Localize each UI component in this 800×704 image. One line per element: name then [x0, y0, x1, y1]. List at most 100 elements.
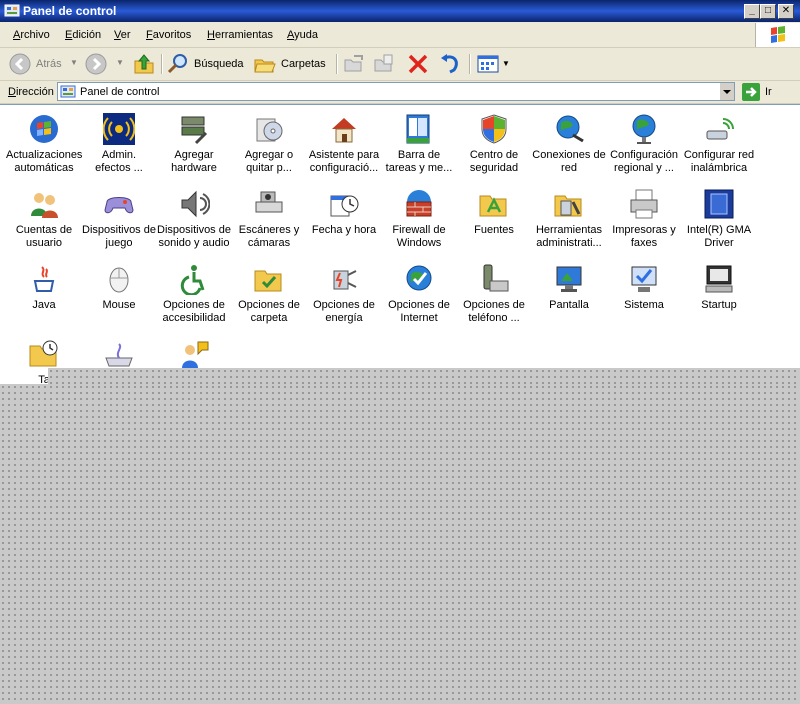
move-to-icon: [344, 55, 363, 72]
cp-item-label: Centro de seguridad: [469, 149, 519, 174]
cp-item-java[interactable]: Java: [6, 257, 82, 312]
move-to-button[interactable]: [342, 52, 366, 76]
menu-bar: Archivo Edición Ver Favoritos Herramient…: [0, 23, 800, 48]
toolbar-separator: [161, 54, 163, 74]
cp-item-sistema[interactable]: Sistema: [606, 257, 682, 312]
cp-item-label: Opciones de teléfono ...: [463, 299, 525, 324]
cp-item-admin-efectos[interactable]: Admin. efectos ...: [81, 107, 157, 175]
views-button[interactable]: ▼: [476, 52, 510, 76]
cp-item-label: Agregar o quitar p...: [244, 149, 294, 174]
cp-item-firewall[interactable]: Firewall de Windows: [381, 182, 457, 250]
printers-faxes-icon: [630, 189, 658, 219]
cp-item-fecha-hora[interactable]: Fecha y hora: [306, 182, 382, 237]
forward-dropdown-icon[interactable]: ▼: [116, 58, 124, 67]
close-button[interactable]: ✕: [778, 4, 794, 19]
menu-favoritos-label: avoritos: [152, 29, 192, 41]
cp-item-agregar-quitar[interactable]: Agregar o quitar p...: [231, 107, 307, 175]
maximize-button[interactable]: □: [760, 4, 776, 19]
address-bar: Dirección Panel de control Ir: [0, 81, 800, 104]
cp-item-startup[interactable]: Startup: [681, 257, 757, 312]
cp-item-label: Startup: [701, 299, 737, 311]
cp-item-sonido-audio[interactable]: Dispositivos de sonido y audio: [156, 182, 232, 250]
delete-button[interactable]: [406, 52, 430, 76]
up-folder-button[interactable]: [132, 52, 156, 76]
cp-item-red-inalambrica[interactable]: Configurar red inalámbrica: [681, 107, 757, 175]
cp-item-pantalla[interactable]: Pantalla: [531, 257, 607, 312]
toolbar-separator: [336, 54, 338, 74]
user-accounts-icon: [31, 193, 58, 218]
cp-item-intel-gma[interactable]: Intel(R) GMA Driver: [681, 182, 757, 250]
menu-ayuda[interactable]: Ayuda: [287, 29, 318, 41]
search-button[interactable]: Búsqueda: [166, 52, 246, 76]
cp-item-label: Fecha y hora: [311, 224, 377, 236]
back-label: Atrás: [36, 58, 62, 70]
copy-to-button[interactable]: [372, 52, 396, 76]
cp-item-opciones-energia[interactable]: Opciones de energía: [306, 257, 382, 325]
user-group-icon: [182, 341, 209, 368]
windows-flag-icon: [771, 26, 785, 43]
menu-archivo[interactable]: Archivo: [13, 29, 50, 41]
folders-button[interactable]: Carpetas: [253, 52, 329, 76]
address-input[interactable]: Panel de control: [57, 82, 735, 101]
cp-item-herramientas-admin[interactable]: Herramientas administrati...: [531, 182, 607, 250]
cp-item-centro-seguridad[interactable]: Centro de seguridad: [456, 107, 532, 175]
wireless-network-icon: [706, 118, 734, 140]
delete-x-icon: [408, 54, 428, 74]
address-label: Dirección: [8, 86, 54, 98]
windows-logo: [755, 23, 800, 47]
address-label-accesskey: D: [8, 86, 16, 98]
menu-herramientas[interactable]: Herramientas: [207, 29, 273, 41]
cp-item-label: Agregar hardware: [171, 149, 217, 174]
cp-item-label: Fuentes: [474, 224, 514, 236]
folders-label: Carpetas: [281, 58, 326, 70]
cp-item-impresoras-faxes[interactable]: Impresoras y faxes: [606, 182, 682, 250]
cp-item-fuentes[interactable]: Fuentes: [456, 182, 532, 237]
toolbar-separator: [469, 54, 471, 74]
address-dropdown-button[interactable]: [719, 83, 734, 100]
fonts-folder-icon: [479, 195, 507, 217]
go-arrow-icon: [742, 83, 760, 101]
control-panel-icon: [60, 85, 76, 98]
menu-ver[interactable]: Ver: [114, 29, 131, 41]
regional-settings-icon: [632, 114, 656, 144]
cp-item-opciones-telefono[interactable]: Opciones de teléfono ...: [456, 257, 532, 325]
window-title: Panel de control: [23, 4, 117, 18]
back-dropdown-icon[interactable]: ▼: [70, 58, 78, 67]
cp-item-label: Opciones de Internet: [388, 299, 450, 324]
cp-item-accesibilidad[interactable]: Opciones de accesibilidad: [156, 257, 232, 325]
admin-tools-icon: [554, 195, 582, 217]
cp-item-label: Actualizaciones automáticas: [6, 149, 83, 174]
forward-button[interactable]: ▼: [84, 52, 126, 76]
cp-item-label: Java: [32, 299, 56, 311]
cp-item-opciones-internet[interactable]: Opciones de Internet: [381, 257, 457, 325]
views-dropdown-icon[interactable]: ▼: [502, 59, 510, 68]
sound-devices-icon: [181, 190, 210, 218]
cp-item-actualizaciones[interactable]: Actualizaciones automáticas: [6, 107, 82, 175]
title-bar[interactable]: Panel de control _ □ ✕: [0, 0, 800, 22]
cp-item-dispositivos-juego[interactable]: Dispositivos de juego: [81, 182, 157, 250]
display-icon: [556, 266, 582, 292]
date-time-icon: [330, 195, 359, 217]
cp-item-label: Dispositivos de sonido y audio: [157, 224, 231, 249]
taskbar-start-menu-icon: [406, 114, 430, 144]
cp-item-configuracion-regional[interactable]: Configuración regional y ...: [606, 107, 682, 175]
standard-toolbar: Atrás ▼ ▼ Búsqueda Carpetas ▼: [0, 48, 800, 81]
menu-favoritos[interactable]: Favoritos: [146, 29, 191, 41]
go-button[interactable]: [741, 83, 761, 101]
minimize-button[interactable]: _: [744, 4, 760, 19]
menu-ayuda-label: yuda: [294, 29, 318, 41]
cp-item-conexiones-red[interactable]: Conexiones de red: [531, 107, 607, 175]
chevron-down-icon: [723, 90, 731, 94]
back-button[interactable]: Atrás ▼: [8, 52, 80, 76]
cp-item-agregar-hardware[interactable]: Agregar hardware: [156, 107, 232, 175]
go-label[interactable]: Ir: [765, 86, 772, 98]
cp-item-label: Escáneres y cámaras: [238, 224, 300, 249]
menu-edicion[interactable]: Edición: [65, 29, 101, 41]
cp-item-asistente-red[interactable]: Asistente para configuració...: [306, 107, 382, 175]
cp-item-escaneres-camaras[interactable]: Escáneres y cámaras: [231, 182, 307, 250]
cp-item-mouse[interactable]: Mouse: [81, 257, 157, 312]
undo-button[interactable]: [438, 52, 462, 76]
cp-item-barra-tareas[interactable]: Barra de tareas y me...: [381, 107, 457, 175]
cp-item-cuentas-usuario[interactable]: Cuentas de usuario: [6, 182, 82, 250]
cp-item-opciones-carpeta[interactable]: Opciones de carpeta: [231, 257, 307, 325]
